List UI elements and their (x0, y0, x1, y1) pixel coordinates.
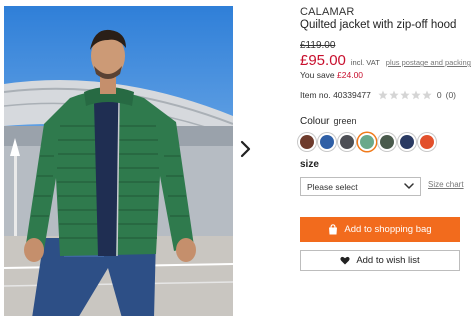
item-info-row: Item no. 40339477 0 (0) (300, 90, 456, 100)
review-count[interactable]: (0) (446, 90, 456, 100)
heart-icon (340, 256, 350, 265)
price-row: £95.00 incl. VAT plus postage and packin… (300, 52, 471, 69)
postage-link[interactable]: plus postage and packing (386, 58, 471, 67)
rating-value: 0 (436, 90, 442, 100)
savings-amount: £24.00 (337, 70, 364, 80)
colour-swatch-navy[interactable] (400, 135, 414, 149)
add-to-wishlist-button[interactable]: Add to wish list (300, 250, 460, 271)
colour-swatches (300, 135, 440, 149)
add-to-bag-label: Add to shopping bag (344, 224, 432, 235)
size-select-value: Please select (307, 181, 358, 192)
colour-swatch-dark-grey[interactable] (340, 135, 354, 149)
old-price: £119.00 (300, 40, 336, 51)
product-photo-illustration (4, 29, 233, 316)
savings-prefix: You save (300, 70, 338, 80)
chevron-right-icon (240, 140, 251, 158)
size-label: size (300, 159, 319, 170)
shopping-bag-icon (329, 224, 338, 235)
savings-text: You save £24.00 (300, 70, 363, 80)
colour-swatch-blue[interactable] (320, 135, 334, 149)
chevron-down-icon (404, 183, 414, 189)
product-image[interactable] (4, 6, 233, 316)
star-icon (389, 90, 399, 100)
star-icon (411, 90, 421, 100)
colour-swatch-orange[interactable] (420, 135, 434, 149)
add-to-wishlist-label: Add to wish list (356, 255, 420, 266)
item-number: Item no. 40339477 (300, 90, 371, 100)
star-icon (378, 90, 388, 100)
star-icon (422, 90, 432, 100)
vat-note: incl. VAT (350, 58, 380, 67)
colour-swatch-green[interactable] (360, 135, 374, 149)
brand-name[interactable]: CALAMAR (300, 6, 355, 18)
selected-colour: green (333, 116, 357, 126)
size-chart-link[interactable]: Size chart (428, 180, 464, 189)
colour-swatch-brown[interactable] (300, 135, 314, 149)
colour-label-row: Colour green (300, 116, 357, 127)
next-image-button[interactable] (236, 138, 256, 160)
colour-swatch-olive[interactable] (380, 135, 394, 149)
rating-stars[interactable] (378, 90, 433, 100)
current-price: £95.00 (300, 52, 346, 69)
colour-label: Colour (300, 116, 330, 127)
add-to-bag-button[interactable]: Add to shopping bag (300, 217, 460, 242)
product-title: Quilted jacket with zip-off hood (300, 19, 457, 31)
star-icon (400, 90, 410, 100)
size-dropdown[interactable]: Please select (300, 177, 421, 196)
